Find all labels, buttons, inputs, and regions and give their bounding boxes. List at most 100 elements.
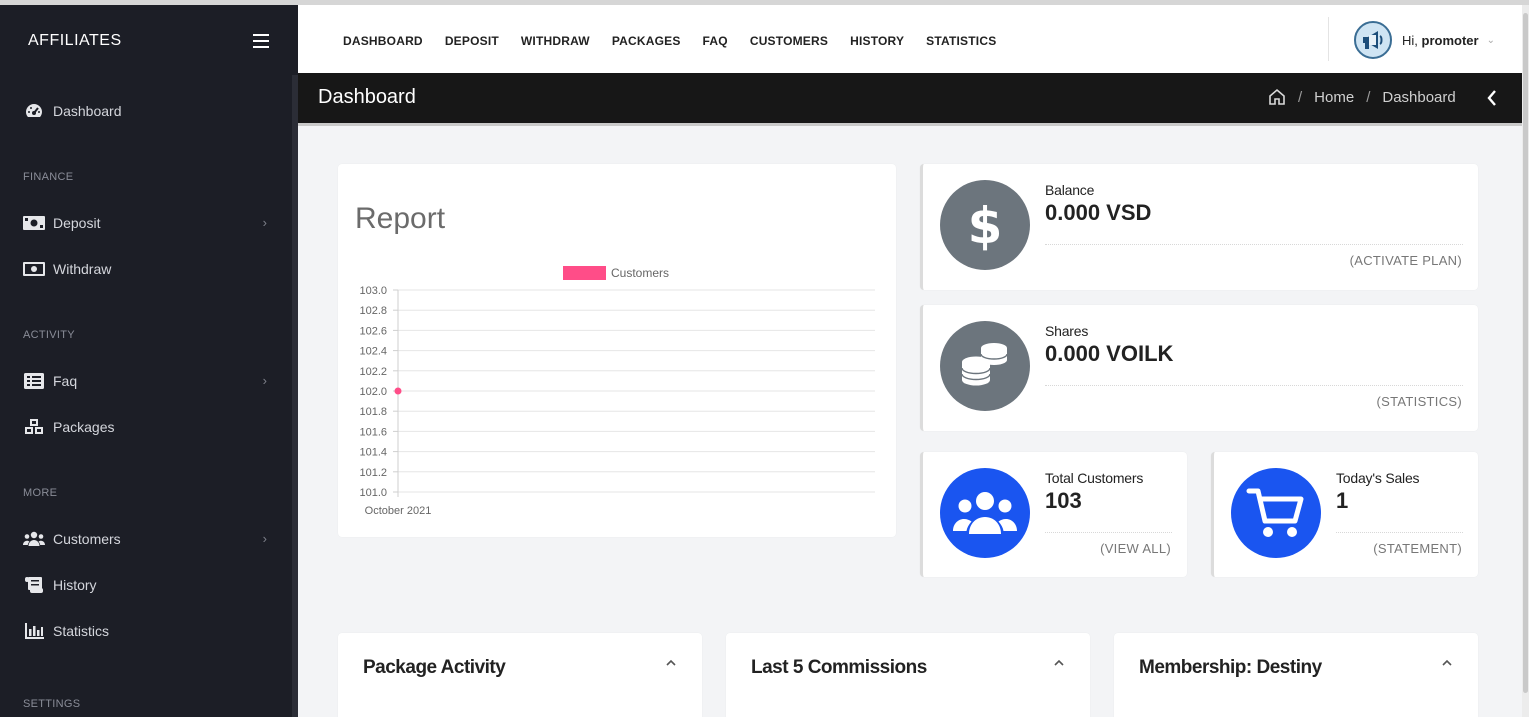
megaphone-icon (1363, 31, 1383, 49)
breadcrumb-home[interactable]: Home (1314, 89, 1354, 106)
greeting-text: Hi, (1402, 32, 1418, 48)
nav-customers[interactable]: CUSTOMERS (750, 34, 828, 48)
sidebar-item-label: Deposit (53, 215, 101, 231)
home-icon[interactable] (1268, 88, 1286, 106)
chevron-right-icon: › (262, 531, 267, 546)
sidebar-item-customers[interactable]: Customers › (23, 527, 273, 551)
nav-faq[interactable]: FAQ (703, 34, 728, 48)
sidebar-item-faq[interactable]: Faq › (23, 369, 273, 393)
svg-text:$: $ (968, 197, 1003, 253)
sidebar-item-label: History (53, 577, 97, 593)
title-underline (298, 123, 1522, 126)
sidebar-item-label: Packages (53, 419, 115, 435)
sidebar-item-label: Dashboard (53, 103, 122, 119)
card-divider (1045, 244, 1463, 245)
nav-dashboard[interactable]: DASHBOARD (343, 34, 423, 48)
last-commissions-card: Last 5 Commissions (726, 633, 1090, 717)
nav-history[interactable]: HISTORY (850, 34, 904, 48)
sidebar-item-label: Withdraw (53, 261, 112, 277)
chevron-up-icon[interactable] (1442, 659, 1452, 667)
sidebar-item-withdraw[interactable]: Withdraw (23, 257, 273, 281)
last-commissions-title: Last 5 Commissions (751, 657, 927, 678)
report-card: Report 103.0 102.8 102.6 102.4 102.2 102.0 101… (338, 164, 896, 537)
todays-sales-card: Today's Sales 1 (STATEMENT) (1211, 452, 1478, 577)
y-tick-label: 102.0 (359, 386, 387, 398)
section-activity: ACTIVITY (23, 329, 75, 341)
package-activity-card: Package Activity (338, 633, 702, 717)
card-divider (1336, 532, 1463, 533)
sidebar-item-label: Faq (53, 373, 78, 389)
shares-card: Shares 0.000 VOILK (STATISTICS) (920, 305, 1478, 431)
statement-link[interactable]: (STATEMENT) (1373, 541, 1462, 556)
y-tick-label: 102.2 (359, 366, 387, 378)
chevron-up-icon[interactable] (1054, 659, 1064, 667)
legend-label: Customers (611, 266, 669, 280)
menu-toggle-icon[interactable] (253, 34, 269, 48)
y-tick-label: 101.4 (359, 447, 387, 459)
total-customers-label: Total Customers (1045, 470, 1144, 486)
money-bill-alt-icon (23, 260, 45, 278)
sidebar-item-deposit[interactable]: Deposit › (23, 211, 273, 235)
top-nav-links: DASHBOARD DEPOSIT WITHDRAW PACKAGES FAQ … (343, 34, 1018, 48)
y-tick-label: 102.6 (359, 325, 387, 337)
nav-deposit[interactable]: DEPOSIT (445, 34, 499, 48)
sidebar-item-label: Statistics (53, 623, 110, 639)
activate-plan-link[interactable]: (ACTIVATE PLAN) (1350, 253, 1462, 268)
breadcrumb-current: Dashboard (1382, 88, 1456, 106)
page-scrollbar[interactable] (1522, 5, 1529, 717)
y-tick-label: 103.0 (359, 285, 387, 297)
page-scrollbar-thumb[interactable] (1523, 13, 1528, 693)
avatar[interactable] (1354, 21, 1392, 59)
sidebar: AFFILIATES Dashboard FINANCE Deposit › W… (0, 5, 298, 717)
sidebar-item-packages[interactable]: Packages (23, 415, 273, 439)
nav-divider (1328, 17, 1329, 61)
nav-packages[interactable]: PACKAGES (612, 34, 681, 48)
x-tick-label: October 2021 (365, 505, 432, 517)
top-navbar: DASHBOARD DEPOSIT WITHDRAW PACKAGES FAQ … (298, 5, 1522, 73)
package-activity-title: Package Activity (363, 657, 506, 678)
y-tick-label: 101.8 (359, 406, 387, 418)
section-finance: FINANCE (23, 171, 74, 183)
balance-value: 0.000 VSD (1045, 200, 1152, 225)
sidebar-scrollbar[interactable] (292, 75, 298, 717)
membership-title: Membership: Destiny (1139, 657, 1322, 678)
chevron-down-icon[interactable]: ⌄ (1487, 35, 1495, 46)
dollar-icon: $ (940, 180, 1030, 270)
sidebar-item-dashboard[interactable]: Dashboard (23, 99, 273, 123)
breadcrumb-separator: / (1298, 88, 1303, 106)
data-point[interactable] (394, 387, 402, 395)
chart-bar-icon (23, 622, 45, 640)
tachometer-icon (23, 102, 45, 120)
statistics-link[interactable]: (STATISTICS) (1377, 394, 1462, 409)
username: promoter (1421, 32, 1479, 48)
chevron-right-icon: › (262, 215, 267, 230)
shares-label: Shares (1045, 323, 1089, 339)
sidebar-item-statistics[interactable]: Statistics (23, 619, 273, 643)
chevron-right-icon: › (262, 373, 267, 388)
scroll-icon (23, 576, 45, 594)
cubes-icon (23, 418, 45, 436)
sidebar-item-label: Customers (53, 531, 121, 547)
total-customers-card: Total Customers 103 (VIEW ALL) (920, 452, 1187, 577)
chevron-left-icon[interactable] (1486, 87, 1498, 109)
section-more: MORE (23, 487, 58, 499)
membership-card: Membership: Destiny (1114, 633, 1478, 717)
todays-sales-value: 1 (1336, 488, 1349, 513)
money-bill-icon (23, 214, 45, 232)
breadcrumb-separator: / (1366, 88, 1371, 106)
nav-statistics[interactable]: STATISTICS (926, 34, 996, 48)
page-title: Dashboard (318, 86, 416, 108)
y-tick-label: 102.4 (359, 346, 387, 358)
total-customers-value: 103 (1045, 488, 1082, 513)
view-all-link[interactable]: (VIEW ALL) (1100, 541, 1171, 556)
y-tick-label: 102.8 (359, 305, 387, 317)
user-greeting: Hi, promoter (1402, 33, 1479, 48)
y-tick-label: 101.0 (359, 487, 387, 499)
user-menu[interactable]: Hi, promoter ⌄ (1354, 21, 1495, 59)
breadcrumb: / Home / Dashboard (1268, 88, 1456, 106)
nav-withdraw[interactable]: WITHDRAW (521, 34, 590, 48)
chevron-up-icon[interactable] (666, 659, 676, 667)
sidebar-item-history[interactable]: History (23, 573, 273, 597)
balance-card: $ Balance 0.000 VSD (ACTIVATE PLAN) (920, 164, 1478, 290)
section-settings: SETTINGS (23, 698, 81, 710)
